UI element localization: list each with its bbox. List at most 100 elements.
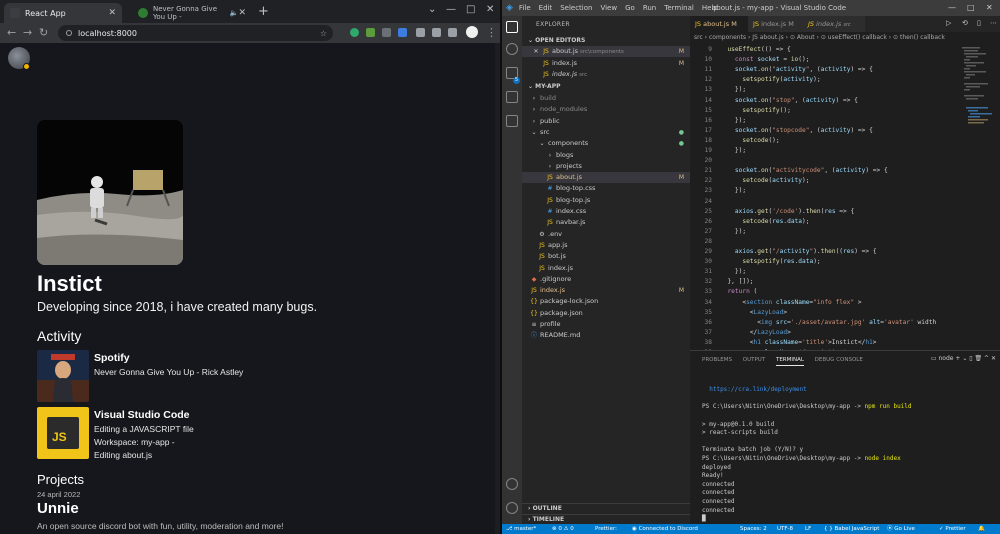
editor-tab-about[interactable]: JS about.js M <box>690 16 748 32</box>
minimap[interactable] <box>962 45 996 165</box>
close-window-button[interactable]: ✕ <box>986 3 993 12</box>
menu-selection[interactable]: Selection <box>560 4 592 12</box>
menu-terminal[interactable]: Terminal <box>664 4 694 12</box>
tree-item[interactable]: ⚙ .env <box>522 229 690 240</box>
maximize-button[interactable]: □ <box>967 3 975 12</box>
chevron-up-icon[interactable]: ^ <box>984 355 991 362</box>
shell-selector[interactable]: node <box>939 355 954 362</box>
star-icon[interactable]: ☆ <box>320 29 327 38</box>
editor-tab-index-src[interactable]: JS index.js src <box>803 16 865 32</box>
open-editor-item[interactable]: JS index.js M <box>522 58 690 69</box>
new-tab-button[interactable]: + <box>258 4 269 19</box>
split-editor-icon[interactable]: ▯ <box>977 19 981 27</box>
explorer-icon[interactable] <box>506 21 518 33</box>
menu-view[interactable]: View <box>600 4 617 12</box>
close-icon[interactable]: ✕ <box>108 8 116 18</box>
tab-search-icon[interactable]: ⌄ <box>428 4 436 15</box>
run-icon[interactable]: ▷ <box>946 19 951 27</box>
close-icon[interactable]: ✕ <box>238 8 246 18</box>
address-bar[interactable]: localhost:8000 ☆ <box>58 25 333 41</box>
minimize-button[interactable]: — <box>446 4 456 15</box>
tab-youtube[interactable]: Never Gonna Give You Up - 🔈 ✕ <box>132 3 252 23</box>
outline-header[interactable]: › OUTLINE <box>522 503 690 513</box>
run-debug-icon[interactable] <box>506 91 518 103</box>
reload-icon[interactable]: ↻ <box>39 26 48 39</box>
forward-arrow-icon[interactable]: → <box>23 26 32 39</box>
problems-count[interactable]: ⊗ 0 ⚠ 0 <box>552 524 574 534</box>
discord-status[interactable]: ◉ Connected to Discord <box>632 524 698 534</box>
tree-item[interactable]: JS bot.js <box>522 251 690 262</box>
tree-item[interactable]: {} package-lock.json <box>522 296 690 307</box>
tree-item[interactable]: › build <box>522 93 690 104</box>
speaker-icon[interactable]: 🔈 <box>230 9 239 17</box>
compare-icon[interactable]: ⟲ <box>962 19 968 27</box>
timeline-header[interactable]: › TIMELINE <box>522 514 690 524</box>
open-editor-item[interactable]: ✕ JS about.js src\components M <box>522 46 690 57</box>
puzzle-icon[interactable] <box>416 28 425 37</box>
tree-item[interactable]: ◆ .gitignore <box>522 274 690 285</box>
tree-item[interactable]: {} package.json <box>522 308 690 319</box>
tree-item[interactable]: JS app.js <box>522 240 690 251</box>
tree-item[interactable]: # index.css <box>522 206 690 217</box>
tree-item[interactable]: › node_modules <box>522 104 690 115</box>
tree-item[interactable]: ⌄ components ● <box>522 138 690 149</box>
menu-run[interactable]: Run <box>643 4 656 12</box>
close-icon[interactable]: ✕ <box>532 46 540 57</box>
tree-item[interactable]: JS blog-top.js <box>522 195 690 206</box>
language-mode[interactable]: { } Babel JavaScript <box>824 524 879 534</box>
gear-icon[interactable] <box>506 502 518 514</box>
site-info-icon[interactable] <box>66 30 72 36</box>
close-icon[interactable]: ✕ <box>991 355 996 362</box>
prettier-status[interactable]: Prettier: <box>595 524 617 534</box>
eol-status[interactable]: LF <box>805 524 811 534</box>
extension-icon[interactable] <box>366 28 375 37</box>
tree-item[interactable]: ⓘ README.md <box>522 330 690 341</box>
go-live-button[interactable]: ⦿ Go Live <box>887 524 915 534</box>
indentation-status[interactable]: Spaces: 2 <box>740 524 767 534</box>
extension-icon[interactable] <box>350 28 359 37</box>
menu-edit[interactable]: Edit <box>539 4 553 12</box>
project-header[interactable]: ⌄ MY-APP <box>522 82 690 92</box>
close-window-button[interactable]: ✕ <box>486 4 494 15</box>
minimize-button[interactable]: — <box>948 3 956 12</box>
open-editor-item[interactable]: JS index.js src <box>522 69 690 80</box>
tree-item[interactable]: # blog-top.css <box>522 183 690 194</box>
maximize-button[interactable]: □ <box>466 4 475 15</box>
menu-kebab-icon[interactable]: ⋮ <box>486 26 497 39</box>
tree-item[interactable]: › projects <box>522 161 690 172</box>
encoding-status[interactable]: UTF-8 <box>777 524 793 534</box>
more-actions-icon[interactable]: ⋯ <box>990 19 997 27</box>
tree-item[interactable]: ≡ profile <box>522 319 690 330</box>
project-title[interactable]: Unnie <box>37 500 79 517</box>
extension-icon[interactable] <box>382 28 391 37</box>
back-arrow-icon[interactable]: ← <box>7 26 16 39</box>
tree-item[interactable]: JS navbar.js <box>522 217 690 228</box>
tree-item[interactable]: JS index.js <box>522 263 690 274</box>
tab-problems[interactable]: PROBLEMS <box>702 357 732 363</box>
editor-tab-index[interactable]: JS index.js M <box>748 16 803 32</box>
tree-item[interactable]: ⌄ src ● <box>522 127 690 138</box>
tree-item[interactable]: JS about.js M <box>522 172 690 184</box>
sidepanel-icon[interactable] <box>448 28 457 37</box>
extensions-icon[interactable] <box>506 115 518 127</box>
menu-file[interactable]: File <box>519 4 531 12</box>
account-icon[interactable] <box>506 478 518 490</box>
new-terminal-button[interactable]: + ⌄ <box>955 355 969 362</box>
tab-terminal[interactable]: TERMINAL <box>775 357 804 366</box>
tab-debug-console[interactable]: DEBUG CONSOLE <box>815 357 863 363</box>
trash-icon[interactable]: 🗑 <box>975 355 985 362</box>
extension-icon[interactable] <box>398 28 407 37</box>
search-icon[interactable] <box>506 43 518 55</box>
menu-go[interactable]: Go <box>625 4 635 12</box>
media-icon[interactable] <box>432 28 441 37</box>
tab-output[interactable]: OUTPUT <box>743 357 765 363</box>
breadcrumb[interactable]: src › components › JS about.js › ⊙ About… <box>694 34 945 41</box>
prettier-right-status[interactable]: ✓ Prettier <box>939 524 966 534</box>
tree-item[interactable]: › public <box>522 116 690 127</box>
tree-item[interactable]: › blogs <box>522 150 690 161</box>
git-branch-item[interactable]: ⎇ master* <box>506 524 536 534</box>
notifications-bell-icon[interactable]: 🔔 <box>978 524 985 534</box>
open-editors-header[interactable]: ⌄ OPEN EDITORS <box>522 36 690 46</box>
tree-item[interactable]: JS index.js M <box>522 285 690 296</box>
profile-avatar[interactable] <box>466 26 478 38</box>
